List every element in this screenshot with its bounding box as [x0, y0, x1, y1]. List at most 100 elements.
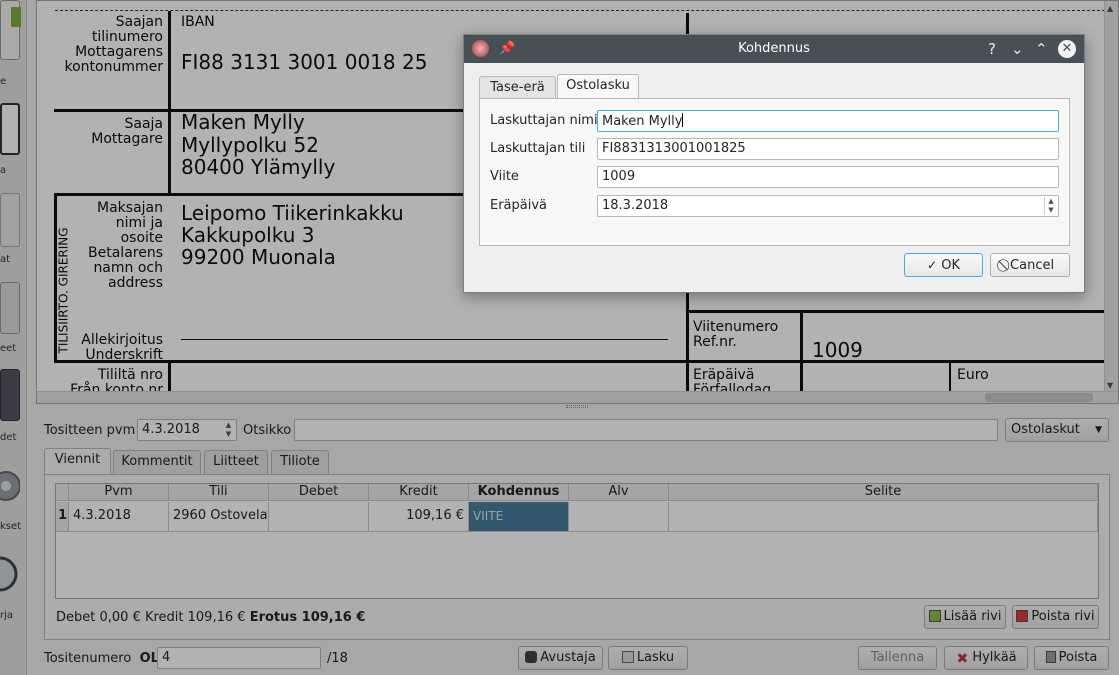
delete-button[interactable]: Poista — [1034, 646, 1109, 670]
payer-name: Leipomo Tiikerinkakku — [181, 201, 404, 225]
save-button[interactable]: Tallenna — [858, 646, 937, 670]
tab-liitteet[interactable]: Liitteet — [204, 450, 268, 474]
add-row-button[interactable]: Lisää rivi — [924, 605, 1006, 629]
voucher-icon[interactable] — [0, 103, 20, 155]
ok-button[interactable]: ✓ OK — [904, 253, 983, 277]
cell-kohdennus[interactable]: VIITE — [469, 502, 569, 532]
splitter-handle[interactable] — [566, 405, 588, 408]
cell-debet[interactable] — [269, 502, 369, 532]
due-date-label: Eräpäivä Förfallodag — [693, 367, 772, 394]
trash-icon — [1045, 651, 1056, 663]
biller-account-field[interactable]: FI8831313001001825 — [597, 138, 1059, 160]
column-header[interactable]: Kredit — [369, 484, 469, 501]
voucher-total: /18 — [327, 651, 348, 666]
column-header[interactable]: Kohdennus — [469, 484, 569, 501]
vertical-scrollbar[interactable]: ▲ ▼ — [1104, 1, 1118, 393]
recipient-name: Maken Mylly — [181, 110, 305, 134]
add-row-icon — [928, 610, 941, 622]
payer-label: Maksajan nimi ja osoite Betalarens namn … — [88, 200, 163, 291]
cancel-button[interactable]: ⃠ Cancel — [990, 253, 1070, 277]
column-header[interactable]: Pvm — [69, 484, 169, 501]
book-icon[interactable] — [0, 369, 20, 421]
title-label: Otsikko — [243, 423, 292, 438]
tab-tiliote[interactable]: Tiliote — [271, 450, 329, 474]
minimize-icon[interactable]: ⌄ — [1011, 40, 1024, 58]
entries-table[interactable]: Pvm Tili Debet Kredit Kohdennus Alv Seli… — [55, 483, 1099, 599]
due-date-spin-icon[interactable]: ▲ ▼ — [1044, 197, 1057, 215]
discard-button[interactable]: ✖ Hylkää — [944, 646, 1028, 670]
due-date-field-label: Eräpäivä — [490, 198, 548, 213]
date-spin-icon[interactable]: ▲ ▼ — [222, 421, 235, 439]
tab-viennit[interactable]: Viennit — [44, 448, 111, 474]
toolbar-label: eet — [0, 343, 17, 354]
invoice-icon — [621, 651, 634, 663]
recipient-label: Saaja Mottagare — [91, 116, 163, 147]
iban-label: IBAN — [181, 14, 215, 30]
voucher-number-field[interactable]: 4 — [157, 647, 321, 669]
biller-name-field[interactable]: Maken Mylly — [597, 110, 1059, 132]
signature-label: Allekirjoitus Underskrift — [81, 332, 163, 363]
voucher-number-label: Tositenumero OL — [44, 651, 159, 666]
cell-pvm[interactable]: 4.3.2018 — [69, 502, 169, 532]
tab-kommentit[interactable]: Kommentit — [113, 450, 201, 474]
difference-total: Erotus 109,16 € — [249, 610, 366, 625]
toolbar-label: a — [0, 165, 7, 176]
voucher-type-value: Ostolaskut — [1011, 422, 1080, 437]
cell-tili[interactable]: 2960 Ostovelat — [169, 502, 269, 532]
iban-value: FI88 3131 3001 0018 25 — [181, 50, 428, 74]
voucher-type-select[interactable]: Ostolaskut ▼ — [1005, 418, 1109, 442]
recipient-street: Myllypolku 52 — [181, 133, 319, 157]
remove-row-icon — [1016, 610, 1029, 622]
close-icon[interactable]: ✕ — [1058, 40, 1076, 58]
dialog-titlebar[interactable]: 📌 Kohdennus ? ⌄ ⌃ ✕ — [464, 35, 1084, 63]
recipient-account-label: Saajan tilinumero Mottagarens kontonumme… — [64, 14, 164, 75]
document-icon[interactable] — [0, 0, 21, 60]
title-field[interactable] — [294, 419, 998, 441]
toolbar-label: kset — [0, 521, 22, 532]
maximize-icon[interactable]: ⌃ — [1035, 40, 1048, 58]
help-icon[interactable] — [0, 548, 20, 600]
column-header[interactable]: Selite — [669, 484, 1098, 501]
chevron-down-icon: ▼ — [1095, 425, 1102, 435]
reference-field[interactable]: 1009 — [597, 166, 1059, 188]
horizontal-scrollbar[interactable] — [37, 391, 1118, 403]
column-header[interactable]: Tili — [169, 484, 269, 501]
euro-label: Euro — [957, 367, 989, 383]
totals-plain: Debet 0,00 € Kredit 109,16 € — [56, 610, 246, 625]
check-icon: ✓ — [927, 258, 938, 272]
toolbar-label: at — [0, 254, 11, 265]
kohdennus-dialog: 📌 Kohdennus ? ⌄ ⌃ ✕ Tase-erä Ostolasku L… — [463, 34, 1085, 293]
invoice-button[interactable]: Lasku — [608, 646, 688, 670]
printer-icon[interactable] — [0, 282, 20, 334]
totals-summary: Debet 0,00 € Kredit 109,16 € Erotus 109,… — [56, 610, 365, 626]
help-button[interactable]: ? — [988, 40, 996, 58]
red-x-icon: ✖ — [956, 651, 969, 667]
cell-kredit[interactable]: 109,16 € — [369, 502, 469, 532]
tab-ostolasku[interactable]: Ostolasku — [557, 74, 639, 100]
assistant-button[interactable]: Avustaja — [518, 646, 603, 670]
due-date-field[interactable]: 18.3.2018 — [597, 195, 1059, 217]
row-number[interactable]: 1 — [56, 502, 69, 532]
toolbar-label: e — [0, 76, 7, 87]
column-header[interactable]: Alv — [569, 484, 669, 501]
reference-label: Viitenumero Ref.nr. — [693, 319, 779, 350]
cell-selite[interactable] — [669, 502, 1098, 532]
gear-icon[interactable] — [0, 460, 21, 512]
from-account-label: Tililtä nro Från konto nr — [70, 367, 163, 394]
row-number-header — [56, 484, 69, 501]
reference-field-label: Viite — [490, 169, 519, 184]
cell-alv[interactable] — [569, 502, 669, 532]
text-cursor — [682, 113, 684, 127]
ostolasku-pane: Laskuttajan nimi Maken Mylly Laskuttajan… — [479, 98, 1070, 246]
recipient-city: 80400 Ylämylly — [181, 155, 336, 179]
reference-value: 1009 — [812, 338, 863, 362]
biller-account-label: Laskuttajan tili — [490, 141, 586, 156]
toolbar-label: rja — [0, 610, 14, 621]
report-icon[interactable] — [0, 193, 20, 247]
remove-row-button[interactable]: Poista rivi — [1012, 605, 1099, 629]
payer-city: 99200 Muonala — [181, 245, 336, 269]
phone-icon — [525, 651, 538, 663]
tab-tase-era[interactable]: Tase-erä — [479, 76, 556, 100]
column-header[interactable]: Debet — [269, 484, 369, 501]
left-toolbar: e a at eet det kset rja — [0, 0, 27, 675]
